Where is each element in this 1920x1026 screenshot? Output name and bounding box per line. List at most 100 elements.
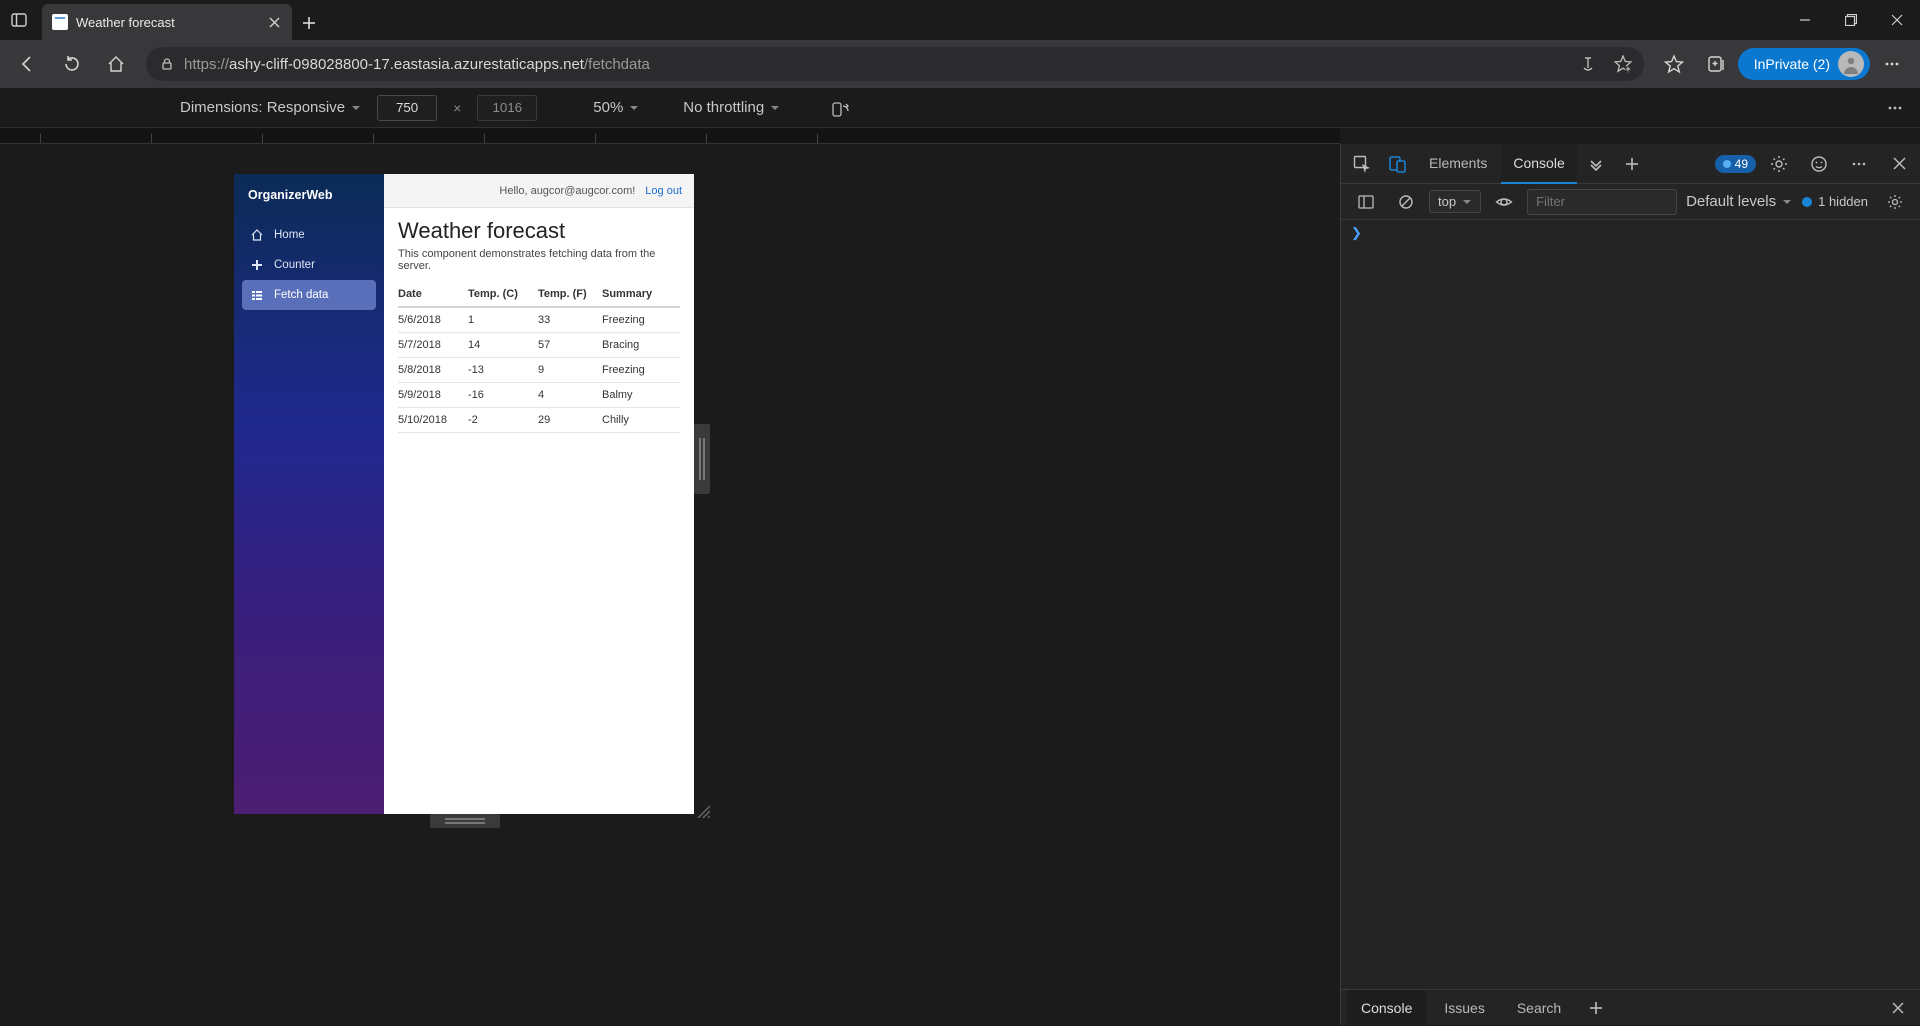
console-sidebar-button[interactable] (1349, 185, 1383, 219)
drawer-close-button[interactable] (1882, 992, 1914, 1024)
tab-close-button[interactable] (266, 14, 282, 30)
new-tab-button[interactable] (292, 6, 326, 40)
nav-home[interactable]: Home (242, 220, 376, 250)
console-output[interactable]: ❯ (1341, 220, 1920, 989)
throttling-dropdown[interactable]: No throttling (683, 99, 780, 116)
menu-button[interactable] (1872, 46, 1912, 82)
drawer-tab-console[interactable]: Console (1347, 990, 1426, 1026)
app-content: Hello, augcor@augcor.com! Log out Weathe… (384, 174, 694, 814)
zoom-dropdown[interactable]: 50% (593, 99, 639, 116)
issues-badge[interactable]: 49 (1715, 155, 1756, 173)
forecast-table: Date Temp. (C) Temp. (F) Summary 5/6/201… (398, 282, 680, 433)
console-settings-button[interactable] (1878, 185, 1912, 219)
home-button[interactable] (96, 46, 136, 82)
page-title: Weather forecast (398, 218, 680, 244)
inspect-element-button[interactable] (1345, 147, 1379, 181)
devtools-menu-button[interactable] (1842, 147, 1876, 181)
console-filter-bar: top Default levels 1 hidden (1341, 184, 1920, 220)
resize-handle-right[interactable] (694, 424, 710, 494)
tab-elements[interactable]: Elements (1417, 144, 1499, 184)
table-row: 5/8/2018-139Freezing (398, 358, 680, 383)
col-summary: Summary (602, 282, 680, 307)
nav-counter[interactable]: Counter (242, 250, 376, 280)
devtools-drawer: Console Issues Search (1341, 989, 1920, 1025)
window-controls (1782, 0, 1920, 40)
settings-button[interactable] (1762, 147, 1796, 181)
hidden-messages[interactable]: 1 hidden (1802, 194, 1868, 209)
browser-tab[interactable]: Weather forecast (42, 4, 292, 40)
greeting-text: Hello, augcor@augcor.com! (499, 185, 635, 197)
add-tab-button[interactable] (1615, 147, 1649, 181)
devtools-close-button[interactable] (1882, 147, 1916, 181)
inprivate-indicator[interactable]: InPrivate (2) (1738, 48, 1870, 80)
avatar-icon (1838, 51, 1864, 77)
page-subtitle: This component demonstrates fetching dat… (398, 248, 680, 272)
tab-title: Weather forecast (76, 15, 258, 30)
drawer-tab-issues[interactable]: Issues (1430, 990, 1498, 1026)
favorite-icon[interactable] (1614, 55, 1632, 73)
table-row: 5/6/2018133Freezing (398, 307, 680, 333)
responsive-viewport: OrganizerWeb Home Counter Fetch data (0, 144, 1340, 1025)
console-prompt-icon: ❯ (1351, 226, 1362, 241)
favorites-button[interactable] (1654, 46, 1694, 82)
tab-console[interactable]: Console (1501, 144, 1576, 184)
plus-icon (250, 258, 264, 272)
device-toggle-button[interactable] (1381, 147, 1415, 181)
app-sidebar: OrganizerWeb Home Counter Fetch data (234, 174, 384, 814)
home-icon (250, 228, 264, 242)
titlebar: Weather forecast (0, 0, 1920, 40)
list-icon (250, 288, 264, 302)
table-header-row: Date Temp. (C) Temp. (F) Summary (398, 282, 680, 307)
browser-toolbar: https://ashy-cliff-098028800-17.eastasia… (0, 40, 1920, 88)
app-brand[interactable]: OrganizerWeb (234, 174, 384, 216)
dimensions-dropdown[interactable]: Dimensions: Responsive (180, 99, 361, 116)
col-temp-c: Temp. (C) (468, 282, 538, 307)
resize-handle-bottom[interactable] (430, 814, 500, 828)
app-topbar: Hello, augcor@augcor.com! Log out (384, 174, 694, 208)
table-row: 5/9/2018-164Balmy (398, 383, 680, 408)
devtools-panel: Elements Console 49 top De (1340, 144, 1920, 1025)
col-date: Date (398, 282, 468, 307)
minimize-button[interactable] (1782, 0, 1828, 40)
read-aloud-icon[interactable] (1580, 55, 1598, 73)
collections-button[interactable] (1696, 46, 1736, 82)
drawer-tab-search[interactable]: Search (1503, 990, 1575, 1026)
device-toolbar: Dimensions: Responsive × 50% No throttli… (0, 88, 1920, 128)
tab-favicon (52, 14, 68, 30)
tabs-overflow-button[interactable] (1579, 147, 1613, 181)
lock-icon (158, 57, 176, 71)
info-dot-icon (1802, 197, 1812, 207)
toolbar-right: InPrivate (2) (1654, 46, 1912, 82)
back-button[interactable] (8, 46, 48, 82)
address-bar[interactable]: https://ashy-cliff-098028800-17.eastasia… (146, 47, 1644, 81)
issues-dot-icon (1723, 160, 1731, 168)
table-row: 5/10/2018-229Chilly (398, 408, 680, 433)
device-frame: OrganizerWeb Home Counter Fetch data (234, 174, 694, 814)
width-input[interactable] (377, 95, 437, 121)
tab-strip: Weather forecast (38, 0, 1782, 40)
tab-actions-button[interactable] (0, 0, 38, 40)
context-dropdown[interactable]: top (1429, 190, 1481, 213)
ruler (0, 128, 1340, 144)
inprivate-label: InPrivate (2) (1754, 56, 1830, 72)
clear-console-button[interactable] (1389, 185, 1423, 219)
maximize-button[interactable] (1828, 0, 1874, 40)
col-temp-f: Temp. (F) (538, 282, 602, 307)
drawer-add-tab-button[interactable] (1579, 991, 1613, 1025)
multiply-icon: × (453, 100, 461, 116)
resize-handle-corner[interactable] (694, 802, 710, 818)
nav-fetch-data[interactable]: Fetch data (242, 280, 376, 310)
close-window-button[interactable] (1874, 0, 1920, 40)
filter-input[interactable] (1527, 189, 1677, 215)
logout-link[interactable]: Log out (645, 185, 682, 197)
rotate-button[interactable] (830, 98, 850, 118)
url-text: https://ashy-cliff-098028800-17.eastasia… (184, 56, 650, 73)
feedback-button[interactable] (1802, 147, 1836, 181)
devtools-tabs: Elements Console 49 (1341, 144, 1920, 184)
log-levels-dropdown[interactable]: Default levels (1686, 193, 1792, 210)
height-input[interactable] (477, 95, 537, 121)
device-toolbar-more[interactable] (1886, 99, 1904, 117)
refresh-button[interactable] (52, 46, 92, 82)
table-row: 5/7/20181457Bracing (398, 333, 680, 358)
live-expression-button[interactable] (1487, 185, 1521, 219)
